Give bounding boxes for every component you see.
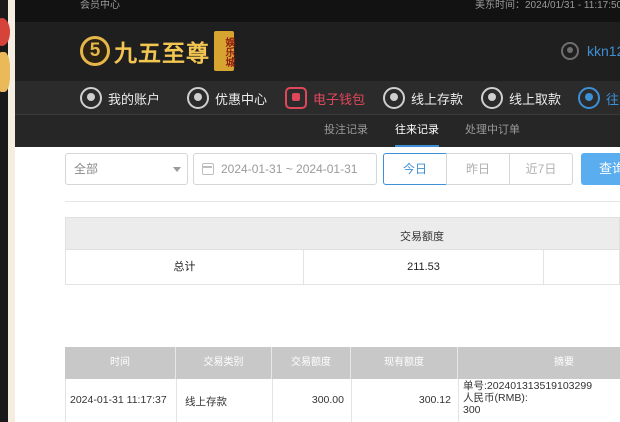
nav-my-account[interactable]: 我的账户 <box>80 81 160 115</box>
username[interactable]: kkn12 <box>587 43 620 59</box>
currency-label: 人民币(RMB): <box>463 392 528 404</box>
summary-lines: 单号:202401313519103299 人民币(RMB): 300 <box>463 380 592 416</box>
main-nav: 我的账户 优惠中心 电子钱包 线上存款 线上取款 往 <box>15 81 620 115</box>
left-decoration <box>0 0 15 422</box>
date-range-input[interactable]: 2024-01-31 ~ 2024-01-31 <box>193 153 377 185</box>
cell-balance-text: 300.12 <box>418 394 451 406</box>
divider <box>65 201 620 202</box>
col-time: 时间 <box>65 347 176 379</box>
date-range-value: 2024-01-31 ~ 2024-01-31 <box>221 162 358 176</box>
page: 会员中心 美东时间：2024/01/31 - 11:17:50 5 九五至尊 娱… <box>0 0 620 422</box>
col-amount: 交易额度 <box>272 347 351 379</box>
last-7-days-button[interactable]: 近7日 <box>509 153 573 185</box>
user-icon[interactable] <box>561 42 579 60</box>
summary-total-value: 211.53 <box>304 250 544 284</box>
nav-label: 往 <box>606 91 620 107</box>
eastern-time: 美东时间：2024/01/31 - 11:17:50 <box>475 0 620 11</box>
summary-header-label: 交易额度 <box>400 231 444 243</box>
member-center-link[interactable]: 会员中心 <box>80 0 120 12</box>
table-row: 2024-01-31 11:17:37 线上存款 300.00 300.12 单… <box>65 379 620 422</box>
nav-label: 我的账户 <box>108 91 161 107</box>
cell-type: 线上存款 <box>177 379 273 422</box>
cell-type-text: 线上存款 <box>185 396 227 408</box>
order-number: 单号:202401313519103299 <box>463 380 593 392</box>
site-logo[interactable]: 5 九五至尊 娱乐城 <box>80 28 234 74</box>
top-bar: 会员中心 美东时间：2024/01/31 - 11:17:50 <box>15 0 620 22</box>
query-button[interactable]: 查询 <box>581 153 620 185</box>
nav-label: 电子钱包 <box>313 91 366 107</box>
left-deco-gold <box>0 52 10 92</box>
nav-promotions[interactable]: 优惠中心 <box>187 81 267 115</box>
category-value: 全部 <box>74 162 99 176</box>
col-summary: 摘要 <box>554 357 574 368</box>
tab-pending-orders[interactable]: 处理中订单 <box>465 115 520 147</box>
currency-amount: 300 <box>463 404 481 416</box>
site-header: 5 九五至尊 娱乐城 kkn12 <box>15 22 620 81</box>
today-button[interactable]: 今日 <box>383 153 447 185</box>
cell-time: 2024-01-31 11:17:37 <box>66 379 177 422</box>
cell-summary: 单号:202401313519103299 人民币(RMB): 300 <box>459 379 620 422</box>
col-type: 交易类别 <box>176 347 272 379</box>
logo-badge: 5 <box>80 36 110 66</box>
user-circle-icon <box>80 87 102 109</box>
cell-balance: 300.12 <box>352 379 459 422</box>
deposit-icon <box>383 87 405 109</box>
nav-online-withdraw[interactable]: 线上取款 <box>481 81 561 115</box>
yesterday-button[interactable]: 昨日 <box>446 153 510 185</box>
cell-amount-text: 300.00 <box>311 394 344 406</box>
summary-row: 总计 211.53 <box>65 250 620 285</box>
gift-icon <box>187 87 209 109</box>
logo-text: 九五至尊 <box>114 40 210 67</box>
logo-seal: 娱乐城 <box>214 31 234 71</box>
withdraw-icon <box>481 87 503 109</box>
history-icon <box>578 87 600 109</box>
cell-amount: 300.00 <box>273 379 352 422</box>
content-area: 全部 2024-01-31 ~ 2024-01-31 今日 昨日 近7日 查询 … <box>15 147 620 422</box>
nav-label: 优惠中心 <box>215 91 268 107</box>
sub-nav: 投注记录 往来记录 处理中订单 <box>15 115 620 147</box>
tab-transaction-records[interactable]: 往来记录 <box>395 115 439 147</box>
tab-bet-records[interactable]: 投注记录 <box>324 115 368 147</box>
calendar-icon <box>202 163 214 175</box>
left-deco-red <box>0 18 10 46</box>
transactions-header: 时间 交易类别 交易额度 现有额度 摘要 <box>65 347 620 379</box>
cell-time-text: 2024-01-31 11:17:37 <box>70 394 167 406</box>
col-balance: 现有额度 <box>351 347 458 379</box>
summary-header: 交易额度 <box>65 217 620 250</box>
nav-e-wallet[interactable]: 电子钱包 <box>285 81 365 115</box>
nav-label: 线上取款 <box>509 91 562 107</box>
summary-total-label: 总计 <box>66 250 304 284</box>
nav-label: 线上存款 <box>411 91 464 107</box>
wallet-icon <box>285 87 307 109</box>
nav-history[interactable]: 往 <box>578 81 619 115</box>
chevron-down-icon <box>173 167 181 172</box>
category-select[interactable]: 全部 <box>65 153 188 185</box>
nav-online-deposit[interactable]: 线上存款 <box>383 81 463 115</box>
